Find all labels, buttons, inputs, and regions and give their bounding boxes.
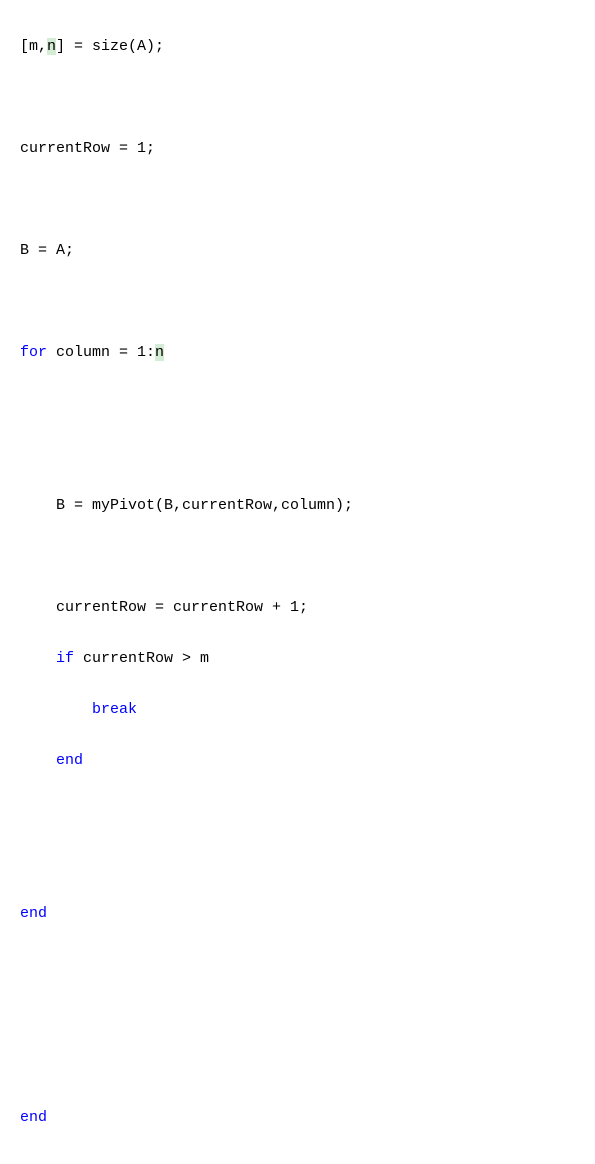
code-token: column = 1: <box>47 344 155 361</box>
keyword-end: end <box>20 905 47 922</box>
code-line: currentRow = 1; <box>20 136 575 162</box>
code-line-blank <box>20 952 575 978</box>
code-line-blank <box>20 544 575 570</box>
code-token: currentRow > m <box>74 650 209 667</box>
code-line: currentRow = currentRow + 1; <box>20 595 575 621</box>
keyword-end: end <box>56 752 83 769</box>
code-token: currentRow = currentRow + 1; <box>56 599 308 616</box>
code-token: [m, <box>20 38 47 55</box>
keyword-if: if <box>56 650 74 667</box>
code-line: B = A; <box>20 238 575 264</box>
code-token: B = A; <box>20 242 74 259</box>
code-line-blank <box>20 799 575 825</box>
keyword-end: end <box>20 1109 47 1126</box>
code-line: end <box>20 1105 575 1131</box>
code-line: end <box>20 748 575 774</box>
code-token: B = myPivot(B,currentRow,column); <box>56 497 353 514</box>
code-line-blank <box>20 187 575 213</box>
code-line: end <box>20 901 575 927</box>
code-line: for column = 1:n <box>20 340 575 366</box>
code-token-highlight: n <box>155 344 164 361</box>
code-line-blank <box>20 442 575 468</box>
code-line: B = myPivot(B,currentRow,column); <box>20 493 575 519</box>
code-token: ] = size(A); <box>56 38 164 55</box>
code-line: if currentRow > m <box>20 646 575 672</box>
code-line: [m,n] = size(A); <box>20 34 575 60</box>
code-line-blank <box>20 85 575 111</box>
code-line-blank <box>20 391 575 417</box>
code-line-blank <box>20 850 575 876</box>
code-token-highlight: n <box>47 38 56 55</box>
code-block: [m,n] = size(A); currentRow = 1; B = A; … <box>20 8 575 1156</box>
code-line-blank <box>20 1003 575 1029</box>
code-token: currentRow = 1; <box>20 140 155 157</box>
code-line-blank <box>20 1054 575 1080</box>
code-line-blank <box>20 289 575 315</box>
code-line: break <box>20 697 575 723</box>
keyword-for: for <box>20 344 47 361</box>
keyword-break: break <box>92 701 137 718</box>
